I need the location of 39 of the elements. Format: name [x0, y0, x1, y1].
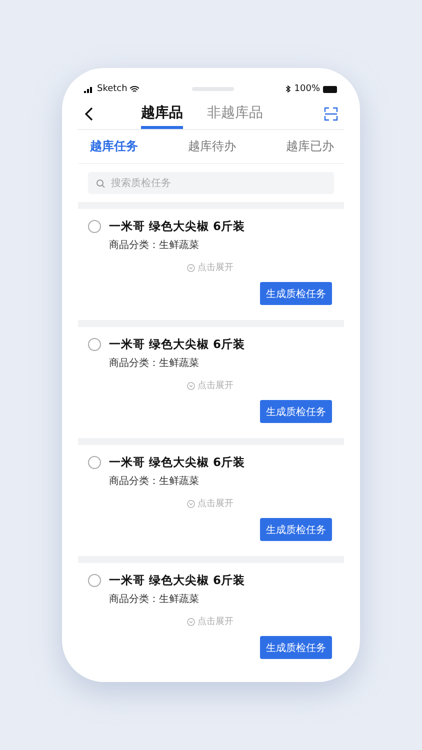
product-title: 一米哥 绿色大尖椒 6斤装 — [109, 455, 246, 470]
radio-button[interactable] — [88, 220, 101, 233]
wifi-icon — [130, 86, 140, 92]
sub-tab[interactable]: 越库已办 — [286, 138, 334, 155]
generate-task-button[interactable]: 生成质检任务 — [260, 636, 332, 659]
back-icon[interactable] — [84, 106, 93, 120]
expand-link[interactable]: 点击展开 — [198, 497, 234, 510]
scan-icon[interactable] — [324, 106, 338, 120]
carrier-text: Sketch — [97, 84, 128, 94]
generate-task-button[interactable]: 生成质检任务 — [260, 282, 332, 305]
radio-button[interactable] — [88, 574, 101, 587]
generate-task-button[interactable]: 生成质检任务 — [260, 518, 332, 541]
search-icon — [96, 179, 105, 188]
chevron-down-icon — [186, 382, 194, 390]
battery-text: 100% — [294, 84, 320, 94]
category-text: 商品分类：生鲜蔬菜 — [109, 356, 200, 370]
battery-icon — [323, 86, 338, 92]
expand-link[interactable]: 点击展开 — [198, 615, 234, 628]
radio-button[interactable] — [88, 456, 101, 469]
sub-tab[interactable]: 越库待办 — [188, 138, 236, 155]
sub-tab[interactable]: 越库任务 — [90, 138, 138, 155]
chevron-down-icon — [186, 264, 194, 272]
radio-button[interactable] — [88, 338, 101, 351]
nav-tab[interactable]: 非越库品 — [207, 98, 263, 129]
expand-link[interactable]: 点击展开 — [198, 261, 234, 274]
category-text: 商品分类：生鲜蔬菜 — [109, 238, 200, 252]
signal-icon — [84, 86, 94, 92]
product-title: 一米哥 绿色大尖椒 6斤装 — [109, 573, 246, 588]
product-title: 一米哥 绿色大尖椒 6斤装 — [109, 219, 246, 234]
generate-task-button[interactable]: 生成质检任务 — [260, 400, 332, 423]
category-text: 商品分类：生鲜蔬菜 — [109, 474, 200, 488]
chevron-down-icon — [186, 500, 194, 508]
product-title: 一米哥 绿色大尖椒 6斤装 — [109, 337, 246, 352]
search-field[interactable]: 搜索质检任务 — [88, 172, 334, 194]
bluetooth-icon — [286, 85, 292, 93]
expand-link[interactable]: 点击展开 — [198, 379, 234, 392]
chevron-down-icon — [186, 618, 194, 626]
nav-tab[interactable]: 越库品 — [141, 98, 183, 129]
category-text: 商品分类：生鲜蔬菜 — [109, 592, 200, 606]
